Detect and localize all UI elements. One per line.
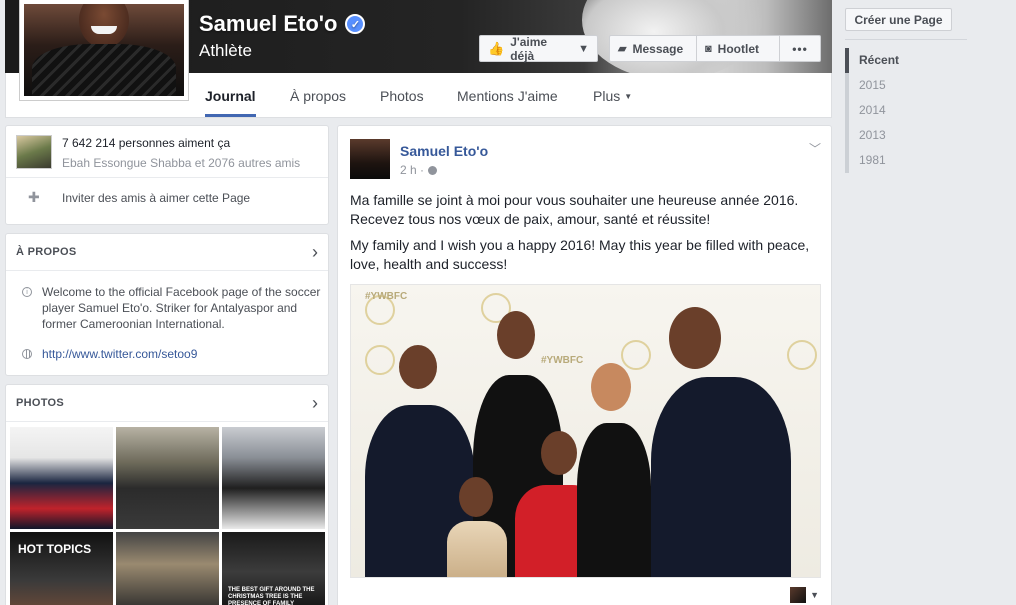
person-boy bbox=[399, 345, 437, 389]
public-globe-icon bbox=[428, 165, 438, 175]
post-text-english: My family and I wish you a happy 2016! M… bbox=[350, 237, 810, 272]
photo-thumbnail[interactable] bbox=[10, 427, 113, 529]
photo-thumbnail[interactable]: HOT TOPICS bbox=[10, 532, 113, 605]
invite-friends-label: Inviter des amis à aimer cette Page bbox=[62, 190, 251, 205]
person-little-girl bbox=[459, 477, 493, 517]
hootlet-button-label: Hootlet bbox=[717, 41, 759, 56]
year-item-2015[interactable]: 2015 bbox=[845, 73, 899, 98]
divider bbox=[6, 177, 328, 178]
event-logo-mark bbox=[787, 340, 817, 370]
thumbs-up-icon: 👍 bbox=[488, 40, 505, 56]
info-icon: i bbox=[22, 287, 32, 297]
post-timestamp[interactable]: 2 h · bbox=[400, 163, 424, 177]
likes-card: 7 642 214 personnes aiment ça Ebah Esson… bbox=[5, 125, 329, 225]
tab-more-label: Plus bbox=[593, 88, 621, 104]
photos-card: PHOTOS › HOT TOPICS THE BEST GIFT AROUND… bbox=[5, 384, 329, 605]
person-woman bbox=[497, 311, 535, 359]
message-button[interactable]: ▰ Message bbox=[609, 35, 697, 62]
timeline-post: Samuel Eto'o 2 h · ﹀ Ma famille se joint… bbox=[337, 125, 832, 605]
event-logo-mark bbox=[621, 340, 651, 370]
page-title[interactable]: Samuel Eto'o ✓ bbox=[199, 11, 366, 37]
event-watermark: #YWBFC bbox=[365, 291, 408, 302]
chevron-down-icon: ▼ bbox=[578, 42, 589, 55]
divider bbox=[6, 270, 328, 271]
photo-thumbnail[interactable] bbox=[222, 427, 325, 529]
about-description: Welcome to the official Facebook page of… bbox=[42, 285, 321, 331]
globe-icon bbox=[22, 349, 32, 359]
divider bbox=[845, 39, 967, 40]
photo-thumbnail[interactable]: THE BEST GIFT AROUND THE CHRISTMAS TREE … bbox=[222, 532, 325, 605]
photos-card-title[interactable]: PHOTOS bbox=[16, 397, 64, 409]
tab-photos[interactable]: Photos bbox=[380, 73, 424, 117]
photo-grid: HOT TOPICS THE BEST GIFT AROUND THE CHRI… bbox=[10, 427, 325, 605]
tab-about[interactable]: À propos bbox=[290, 73, 346, 117]
event-logo-mark bbox=[365, 345, 395, 375]
person-teen bbox=[591, 363, 631, 411]
friend-avatar[interactable] bbox=[16, 135, 52, 169]
liked-button[interactable]: 👍 J'aime déjà ▼ bbox=[479, 34, 598, 63]
year-item-2014[interactable]: 2014 bbox=[845, 98, 899, 123]
profile-picture[interactable] bbox=[19, 0, 189, 101]
post-photo[interactable]: #YWBFC #YWBFC bbox=[350, 284, 821, 578]
message-button-label: Message bbox=[632, 41, 684, 56]
website-link[interactable]: http://www.twitter.com/setoo9 bbox=[42, 347, 197, 361]
photo-thumbnail[interactable] bbox=[116, 532, 219, 605]
hootlet-icon: ◙ bbox=[705, 42, 712, 55]
timeline-year-nav: Récent 2015 2014 2013 1981 bbox=[845, 48, 899, 173]
post-body: Ma famille se joint à moi pour vous souh… bbox=[350, 191, 825, 281]
likes-count[interactable]: 7 642 214 personnes aiment ça bbox=[62, 136, 300, 150]
about-card: À PROPOS › i Welcome to the official Fac… bbox=[5, 233, 329, 376]
caret-down-icon: ▼ bbox=[624, 92, 633, 102]
invite-friends-link[interactable]: ✚ Inviter des amis à aimer cette Page bbox=[28, 189, 250, 206]
year-item-2013[interactable]: 2013 bbox=[845, 123, 899, 148]
photo-thumbnail[interactable] bbox=[116, 427, 219, 529]
add-friend-icon: ✚ bbox=[28, 189, 40, 205]
divider bbox=[6, 421, 328, 422]
more-options-icon: ••• bbox=[792, 41, 808, 56]
year-item-1981[interactable]: 1981 bbox=[845, 148, 899, 173]
post-options-chevron-icon[interactable]: ﹀ bbox=[809, 140, 821, 157]
friends-who-like[interactable]: Ebah Essongue Shabba et 2076 autres amis bbox=[62, 156, 300, 170]
post-footer: ▼ bbox=[790, 587, 819, 603]
verified-badge-icon: ✓ bbox=[345, 14, 366, 34]
viewer-avatar[interactable] bbox=[790, 587, 807, 603]
hot-topics-text: HOT TOPICS bbox=[18, 542, 92, 556]
author-avatar[interactable] bbox=[350, 139, 390, 179]
liked-button-label: J'aime déjà bbox=[510, 34, 548, 63]
caret-down-icon[interactable]: ▼ bbox=[810, 590, 819, 600]
year-item-recent[interactable]: Récent bbox=[845, 48, 899, 73]
christmas-caption-text: THE BEST GIFT AROUND THE CHRISTMAS TREE … bbox=[228, 587, 315, 605]
chevron-right-icon[interactable]: › bbox=[312, 393, 318, 414]
more-options-button[interactable]: ••• bbox=[780, 35, 821, 62]
person-man bbox=[669, 307, 721, 369]
tab-more[interactable]: Plus ▼ bbox=[593, 73, 632, 117]
tab-likes[interactable]: Mentions J'aime bbox=[457, 73, 558, 117]
page-name-text: Samuel Eto'o bbox=[199, 11, 338, 36]
person-girl bbox=[541, 431, 577, 475]
post-text-french: Ma famille se joint à moi pour vous souh… bbox=[350, 192, 799, 227]
hootlet-button[interactable]: ◙ Hootlet bbox=[697, 35, 780, 62]
event-watermark: #YWBFC bbox=[541, 355, 584, 366]
create-page-button[interactable]: Créer une Page bbox=[845, 8, 952, 31]
about-card-title[interactable]: À PROPOS bbox=[16, 246, 76, 258]
post-author[interactable]: Samuel Eto'o bbox=[400, 143, 488, 159]
tab-journal[interactable]: Journal bbox=[205, 73, 256, 117]
message-icon: ▰ bbox=[618, 43, 627, 55]
chevron-right-icon[interactable]: › bbox=[312, 242, 318, 263]
page-category: Athlète bbox=[199, 41, 252, 60]
